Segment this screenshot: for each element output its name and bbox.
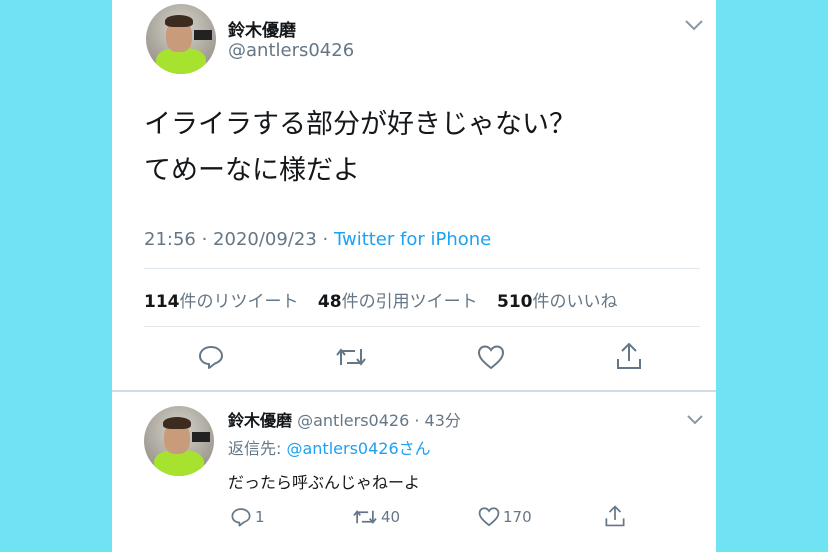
retweet-icon	[353, 510, 377, 524]
reply-share-button[interactable]	[604, 504, 629, 528]
reply-header: 鈴木優磨 @antlers0426 · 43分	[228, 407, 461, 431]
divider	[144, 268, 700, 269]
tweet-card: 鈴木優磨 @antlers0426 イライラする部分が好きじゃない？ てめーなに…	[112, 0, 716, 552]
tweet-text: イライラする部分が好きじゃない？ てめーなに様だよ	[144, 102, 576, 194]
reply-text: だったら呼ぶんじゃねーよ	[228, 473, 421, 492]
reply-handle-time[interactable]: @antlers0426 · 43分	[297, 411, 461, 430]
share-icon	[617, 342, 641, 369]
quotes-stat[interactable]: 48件の引用ツイート	[318, 292, 478, 312]
reply-reply-button[interactable]: 1	[230, 506, 265, 528]
reply-like-button[interactable]: 170	[478, 506, 532, 527]
share-button[interactable]	[614, 340, 644, 372]
reply-retweet-button[interactable]: 40	[352, 506, 400, 528]
retweets-stat[interactable]: 114件のリツイート	[144, 292, 299, 312]
author-name[interactable]: 鈴木優磨	[228, 16, 296, 41]
like-icon	[477, 345, 505, 370]
share-icon	[605, 505, 625, 527]
tweet-meta: 21:56 · 2020/09/23 · Twitter for iPhone	[144, 229, 491, 250]
chevron-down-icon[interactable]	[686, 410, 704, 429]
reply-count: 1	[255, 508, 265, 526]
chevron-down-icon[interactable]	[684, 16, 704, 35]
divider	[112, 390, 716, 392]
likes-stat[interactable]: 510件のいいね	[497, 292, 618, 312]
replying-to-label: 返信先:	[228, 439, 287, 458]
tweet-stats: 114件のリツイート 48件の引用ツイート 510件のいいね	[144, 287, 631, 312]
reply-avatar[interactable]	[144, 406, 214, 476]
tweet-source-link[interactable]: Twitter for iPhone	[334, 229, 491, 250]
reply-icon	[231, 508, 251, 527]
reply-retweet-count: 40	[381, 508, 401, 526]
replying-to: 返信先: @antlers0426さん	[228, 435, 431, 459]
like-icon	[478, 507, 500, 527]
divider	[144, 326, 700, 327]
like-button[interactable]	[476, 342, 506, 372]
reply-icon	[199, 346, 223, 369]
tweet-text-line-1: イライラする部分が好きじゃない？	[144, 109, 576, 140]
retweet-icon	[336, 348, 366, 366]
reply-button[interactable]	[196, 342, 226, 372]
tweet-timestamp[interactable]: 21:56 · 2020/09/23 ·	[144, 229, 334, 250]
author-handle[interactable]: @antlers0426	[228, 40, 354, 61]
replying-to-link[interactable]: @antlers0426さん	[286, 439, 430, 458]
reply-author-name[interactable]: 鈴木優磨	[228, 411, 292, 430]
avatar[interactable]	[146, 4, 216, 74]
tweet-text-line-2: てめーなに様だよ	[144, 155, 360, 186]
reply-like-count: 170	[503, 507, 532, 526]
retweet-button[interactable]	[334, 342, 368, 372]
